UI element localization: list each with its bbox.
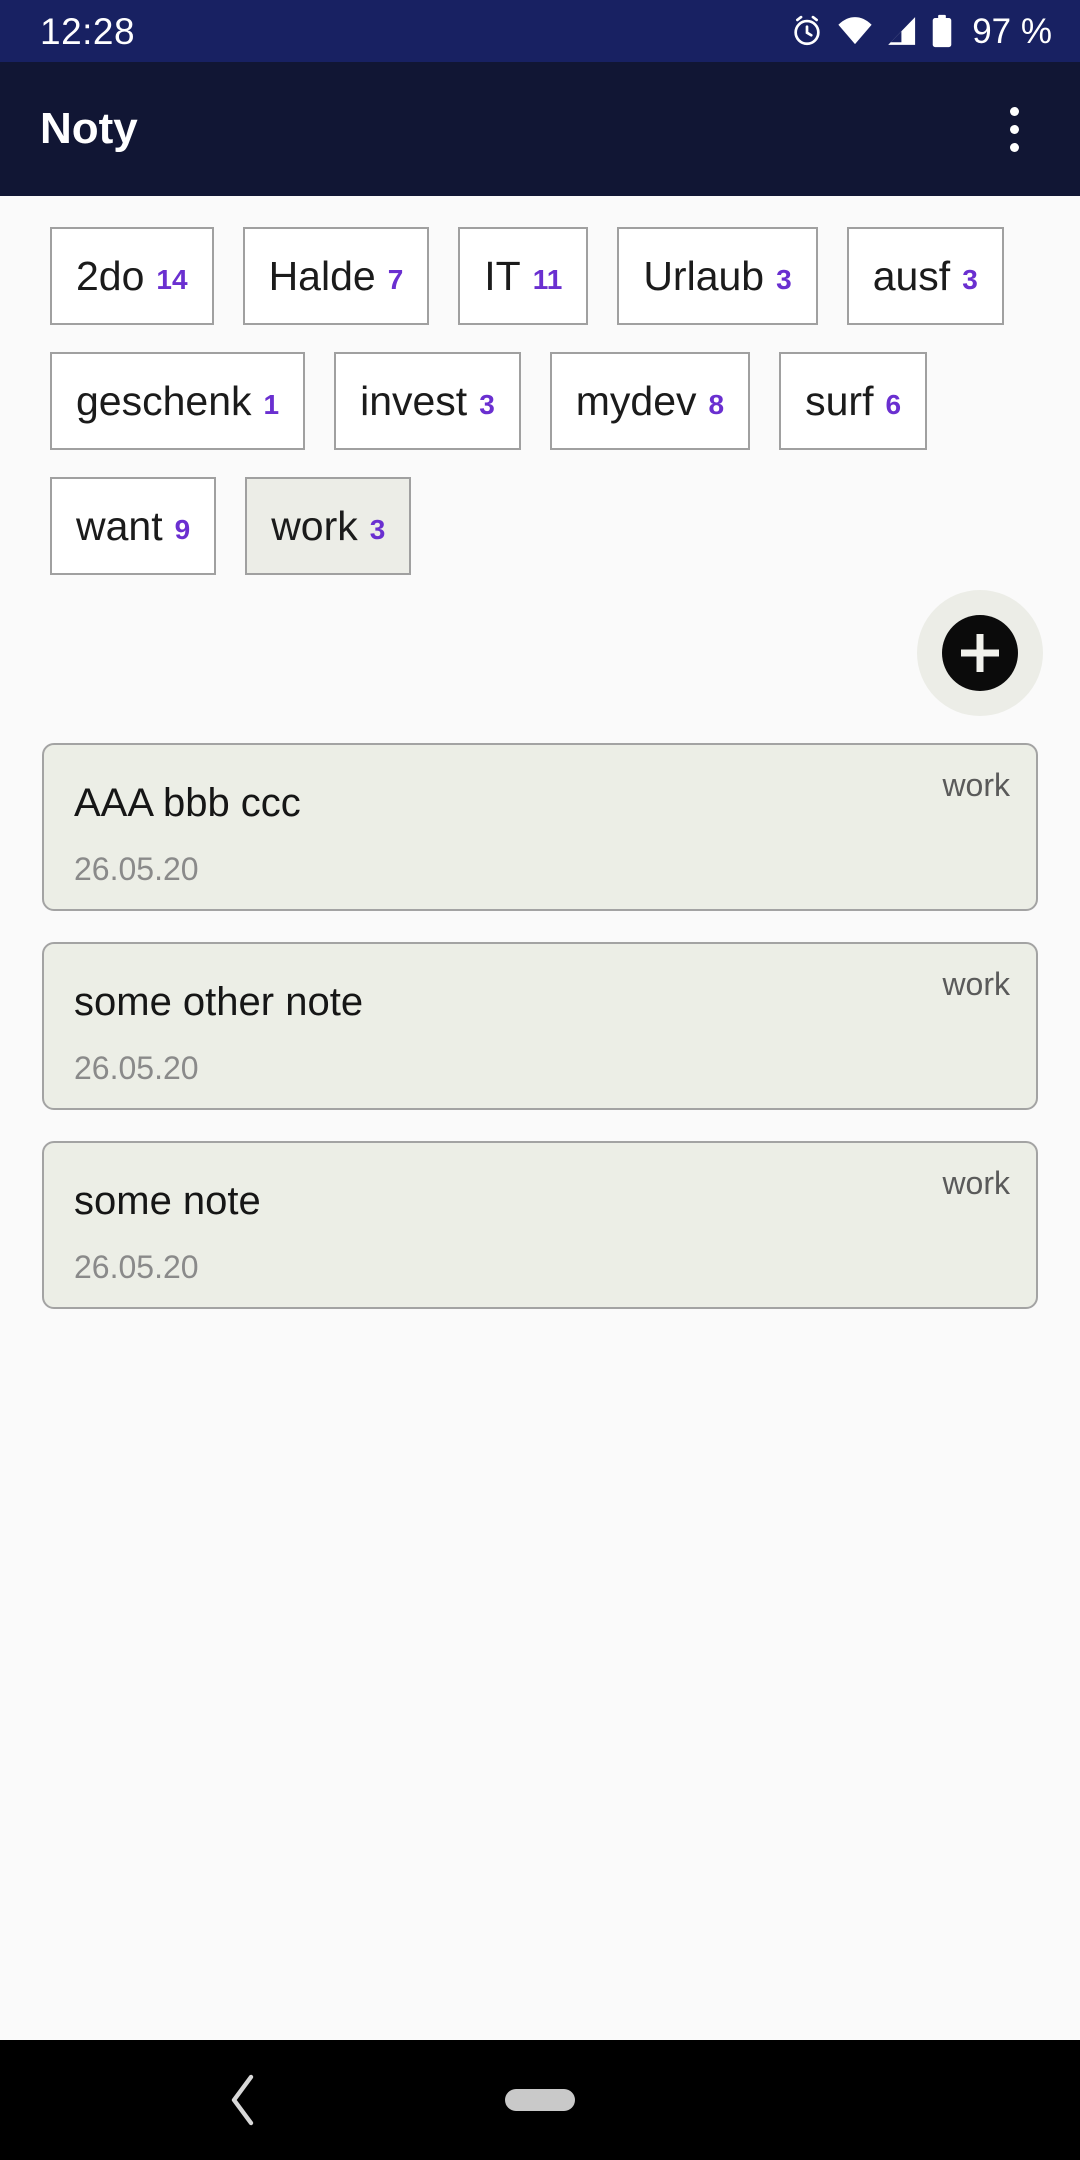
note-card[interactable]: work AAA bbb ccc 26.05.20 [42, 743, 1038, 911]
status-clock: 12:28 [40, 10, 136, 52]
tag-chip-count: 11 [532, 264, 563, 295]
note-date: 26.05.20 [74, 851, 199, 887]
tag-chip-work[interactable]: work 3 [245, 477, 412, 575]
tag-chip-count: 3 [369, 514, 386, 545]
back-chevron-icon[interactable] [208, 2065, 278, 2135]
status-bar: 12:28 97 % [0, 0, 1080, 62]
note-list: work AAA bbb ccc 26.05.20 work some other no… [42, 743, 1038, 1309]
tag-chip-count: 3 [962, 264, 978, 295]
note-card[interactable]: work some note 26.05.20 [42, 1141, 1038, 1309]
tag-chip-ausf[interactable]: ausf 3 [846, 227, 1004, 325]
tag-chip-label: 2do [76, 252, 145, 299]
tag-chip-label: want [76, 502, 163, 549]
status-bar-icons: 97 % [790, 14, 1052, 49]
tag-chip-label: IT [484, 252, 521, 299]
app-bar: Noty [0, 62, 1080, 196]
note-title: some note [74, 1179, 261, 1223]
tag-chip-count: 8 [708, 389, 725, 420]
add-note-fab[interactable] [917, 590, 1043, 716]
tag-chip-count: 14 [156, 264, 188, 295]
tag-chip-count: 7 [387, 264, 404, 295]
note-tag-label: work [942, 966, 1010, 1002]
plus-icon [942, 615, 1018, 691]
note-title: some other note [74, 980, 364, 1024]
note-date: 26.05.20 [74, 1249, 199, 1285]
tag-chip-mydev[interactable]: mydev 8 [549, 352, 751, 450]
tag-chip-label: Urlaub [643, 252, 765, 299]
note-title: AAA bbb ccc [74, 781, 301, 825]
battery-percent-label: 97 % [972, 11, 1052, 51]
tag-chip-count: 3 [479, 389, 495, 420]
more-vert-dot [1009, 106, 1019, 116]
alarm-icon [790, 14, 824, 48]
android-screen: 12:28 97 % Noty 2do 14 Halde 7 IT 11 Url… [0, 0, 1080, 2160]
tag-chip-count: 3 [776, 264, 792, 295]
cellular-signal-icon [886, 14, 918, 48]
tag-chip-urlaub[interactable]: Urlaub 3 [617, 227, 818, 325]
tag-chip-count: 6 [885, 389, 902, 420]
more-vert-dot [1009, 142, 1019, 152]
tag-chip-label: mydev [575, 377, 697, 424]
note-date: 26.05.20 [74, 1050, 199, 1086]
tag-chip-label: work [271, 502, 358, 549]
wifi-icon [837, 14, 873, 48]
tag-filter-list: 2do 14 Halde 7 IT 11 Urlaub 3 ausf 3 geschenk 1 inve… [50, 227, 1050, 575]
app-title: Noty [40, 104, 138, 153]
home-pill-icon[interactable] [505, 2089, 575, 2111]
tag-chip-label: surf [805, 377, 874, 424]
tag-chip-halde[interactable]: Halde 7 [242, 227, 430, 325]
system-navigation-bar [0, 2040, 1080, 2160]
battery-icon [931, 14, 953, 48]
tag-chip-label: ausf [872, 252, 951, 299]
note-tag-label: work [942, 767, 1010, 803]
tag-chip-label: Halde [268, 252, 376, 299]
tag-chip-count: 9 [174, 514, 191, 545]
content-area: 2do 14 Halde 7 IT 11 Urlaub 3 ausf 3 geschenk 1 inve… [0, 196, 1080, 2040]
more-vert-icon[interactable] [978, 93, 1050, 165]
tag-chip-it[interactable]: IT 11 [458, 227, 589, 325]
tag-chip-want[interactable]: want 9 [50, 477, 217, 575]
tag-chip-geschenk[interactable]: geschenk 1 [50, 352, 306, 450]
more-vert-dot [1009, 124, 1019, 134]
tag-chip-label: invest [360, 377, 468, 424]
note-tag-label: work [942, 1165, 1010, 1201]
tag-chip-surf[interactable]: surf 6 [779, 352, 928, 450]
tag-chip-count: 1 [263, 389, 280, 420]
tag-chip-2do[interactable]: 2do 14 [50, 227, 214, 325]
tag-chip-invest[interactable]: invest 3 [334, 352, 521, 450]
note-card[interactable]: work some other note 26.05.20 [42, 942, 1038, 1110]
tag-chip-label: geschenk [76, 377, 252, 424]
